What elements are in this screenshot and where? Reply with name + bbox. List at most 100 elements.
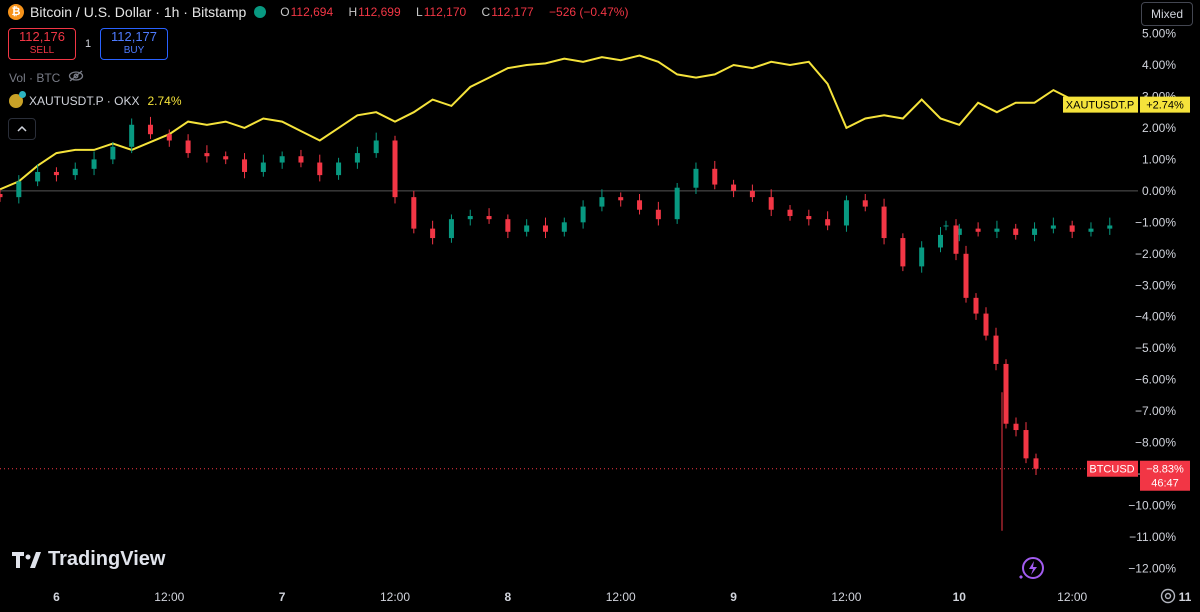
x-tick-label: 9 xyxy=(730,590,737,604)
x-tick-label: 8 xyxy=(505,590,512,604)
candle-body xyxy=(298,156,304,163)
candle-body xyxy=(975,228,981,232)
candle-body xyxy=(994,228,1000,232)
xaut-icon xyxy=(9,91,26,108)
y-tick-label: −6.00% xyxy=(1135,373,1176,387)
x-tick-label: 12:00 xyxy=(380,590,410,604)
price-chart[interactable]: 5.00%4.00%3.00%2.00%1.00%0.00%−1.00%−2.0… xyxy=(0,0,1200,612)
bitcoin-icon: ₿ xyxy=(8,4,24,20)
xautusdt-line-path xyxy=(0,54,1110,191)
y-tick-label: 0.00% xyxy=(1142,184,1176,198)
x-tick-label: 10 xyxy=(953,590,967,604)
candle-body xyxy=(953,225,959,254)
candle-body xyxy=(973,297,979,314)
y-tick-label: 1.00% xyxy=(1142,152,1176,166)
y-tick-label: −10.00% xyxy=(1128,499,1176,513)
candle-body xyxy=(983,313,989,336)
candle-body xyxy=(1033,458,1039,469)
volume-indicator[interactable]: Vol · BTC xyxy=(9,70,84,85)
ohlc-values: O112,694 H112,699 L112,170 C112,177 −526… xyxy=(280,5,629,19)
candle-body xyxy=(336,162,342,176)
candle-body xyxy=(900,238,906,267)
candle-body xyxy=(825,219,831,226)
candle-body xyxy=(223,156,229,160)
symbol-header: ₿ Bitcoin / U.S. Dollar · 1h · Bitstamp … xyxy=(8,4,634,20)
candle-body xyxy=(806,216,812,220)
btc-bar-countdown: 46:47 xyxy=(1151,478,1179,490)
candle-body xyxy=(943,225,949,227)
y-tick-label: 5.00% xyxy=(1142,27,1176,41)
candle-body xyxy=(655,209,661,220)
eye-off-icon[interactable] xyxy=(68,70,84,85)
btc-symbol-tag-text: BTCUSD xyxy=(1089,464,1134,476)
candle-body xyxy=(731,184,737,191)
y-tick-label: −1.00% xyxy=(1135,215,1176,229)
candle-body xyxy=(166,134,172,141)
symbol-title[interactable]: Bitcoin / U.S. Dollar · 1h · Bitstamp xyxy=(30,4,246,20)
candle-body xyxy=(411,197,417,229)
candle-body xyxy=(373,140,379,154)
x-tick-label: 7 xyxy=(279,590,286,604)
candle-body xyxy=(787,209,793,217)
candle-body xyxy=(0,194,3,198)
candle-body xyxy=(881,206,887,239)
candle-body xyxy=(580,206,586,223)
y-tick-label: −12.00% xyxy=(1128,562,1176,576)
candle-body xyxy=(937,234,943,248)
candle-body xyxy=(843,200,849,226)
gear-icon[interactable] xyxy=(1159,587,1177,610)
candle-body xyxy=(712,168,718,185)
ai-assistant-icon[interactable] xyxy=(1018,555,1046,588)
y-tick-label: 4.00% xyxy=(1142,58,1176,72)
trade-panel: 112,176 SELL 1 112,177 BUY xyxy=(8,28,168,60)
scale-mode-button[interactable]: Mixed xyxy=(1141,2,1193,26)
candle-body xyxy=(242,159,248,172)
candle-body xyxy=(448,219,454,239)
candle-body xyxy=(129,124,135,147)
tradingview-logo[interactable]: TradingView xyxy=(12,548,165,571)
candle-body xyxy=(1013,423,1019,431)
collapse-legend-button[interactable] xyxy=(8,118,36,140)
spread-value: 1 xyxy=(84,38,92,50)
candle-body xyxy=(260,162,266,172)
x-tick-label: 12:00 xyxy=(1057,590,1087,604)
buy-button[interactable]: 112,177 BUY xyxy=(100,28,168,60)
time-scale: 6 12:00 7 12:00 8 12:00 9 12:00 10 12:00 11 xyxy=(53,590,1192,604)
x-tick-label: 12:00 xyxy=(154,590,184,604)
chevron-up-icon xyxy=(17,125,27,132)
candle-body xyxy=(693,168,699,188)
candle-body xyxy=(542,225,548,232)
y-tick-label: −4.00% xyxy=(1135,310,1176,324)
x-tick-label: 12:00 xyxy=(831,590,861,604)
market-status-icon[interactable] xyxy=(254,6,267,18)
candle-body xyxy=(1107,225,1113,229)
x-tick-label: 6 xyxy=(53,590,60,604)
x-tick-label: 11 xyxy=(1179,590,1192,604)
candle-body xyxy=(768,197,774,210)
candle-body xyxy=(862,200,868,207)
candle-body xyxy=(317,162,323,176)
compare-symbol-legend[interactable]: XAUTUSDT.P · OKX 2.74% xyxy=(9,91,182,108)
candle-body xyxy=(919,247,925,267)
x-tick-label: 12:00 xyxy=(606,590,636,604)
y-tick-label: −7.00% xyxy=(1135,404,1176,418)
candle-body xyxy=(1088,228,1094,232)
candle-body xyxy=(110,146,116,160)
candle-body xyxy=(1013,228,1019,235)
candle-body xyxy=(486,216,492,220)
candle-body xyxy=(1023,430,1029,459)
sell-button[interactable]: 112,176 SELL xyxy=(8,28,76,60)
candle-body xyxy=(1032,228,1038,235)
candle-body xyxy=(72,168,78,176)
candle-body xyxy=(147,124,153,135)
candle-body xyxy=(1069,225,1075,232)
candle-body xyxy=(185,140,191,154)
candle-body xyxy=(618,197,624,201)
candle-body xyxy=(599,197,605,207)
candle-body xyxy=(392,140,398,198)
candle-body xyxy=(35,171,41,182)
candle-body xyxy=(1003,363,1009,424)
y-tick-label: −8.00% xyxy=(1135,436,1176,450)
candle-body xyxy=(430,228,436,239)
candle-body xyxy=(16,181,22,198)
